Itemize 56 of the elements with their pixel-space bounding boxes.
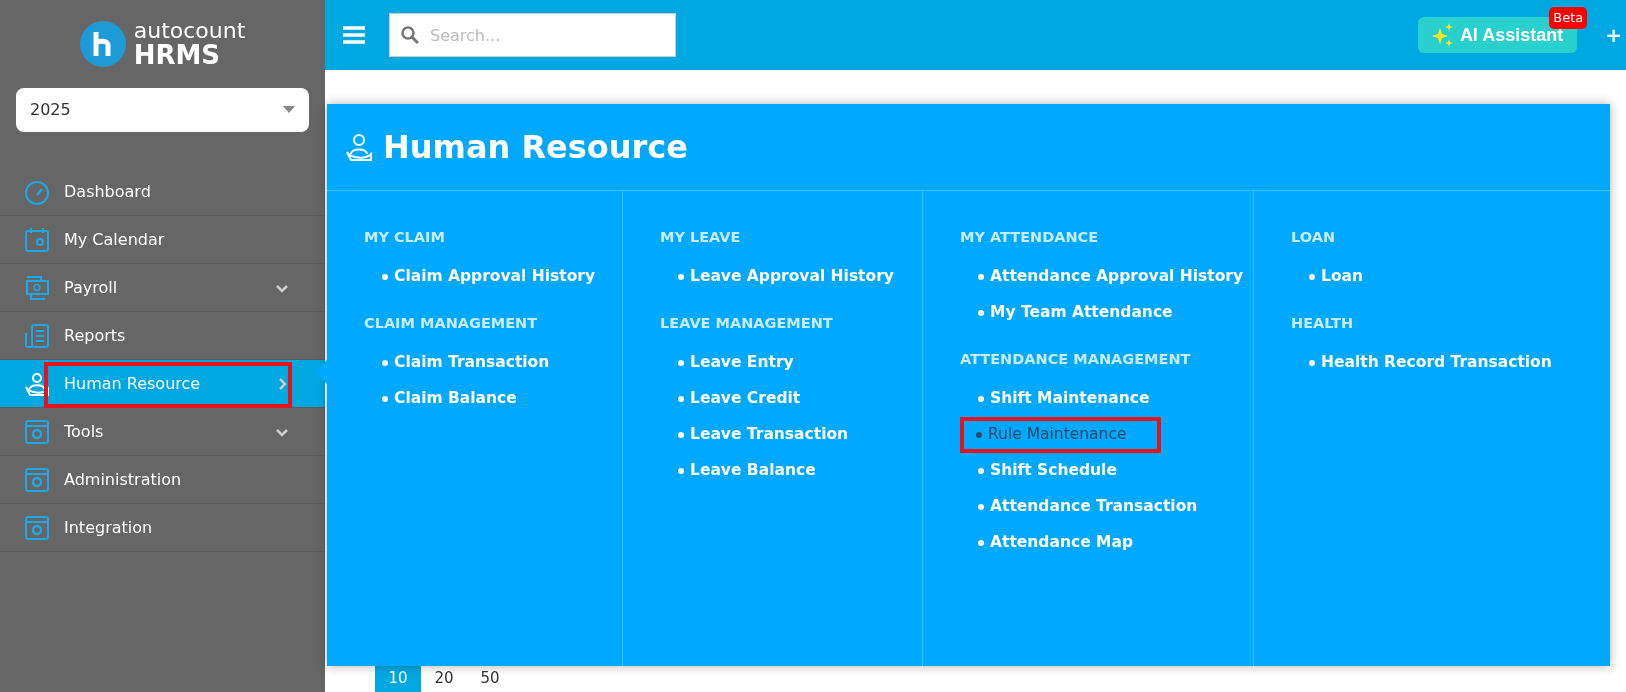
search-field[interactable]: Search... — [389, 13, 676, 57]
menu-link[interactable]: Attendance Approval History — [978, 258, 1244, 295]
menu-link[interactable]: Leave Balance — [678, 452, 816, 489]
sidebar-item[interactable]: Human Resource — [0, 360, 325, 408]
dropdown-icon — [283, 106, 295, 114]
sidebar-item[interactable]: Dashboard — [0, 168, 325, 216]
year-select[interactable]: 2025 — [16, 88, 309, 132]
page-size-button[interactable]: 20 — [421, 664, 467, 692]
sparkle-icon — [1431, 23, 1454, 47]
banknote-icon — [24, 274, 50, 301]
menu-link[interactable]: Attendance Transaction — [978, 488, 1198, 525]
section-heading: MY ATTENDANCE — [960, 228, 1100, 247]
add-button[interactable]: + — [1601, 20, 1626, 50]
menu-link[interactable]: Claim Transaction — [382, 344, 550, 381]
menu-link[interactable]: Leave Entry — [678, 344, 794, 381]
sidebar-item[interactable]: Administration — [0, 456, 325, 504]
menu-link[interactable]: Claim Balance — [382, 380, 517, 417]
page-size-button[interactable]: 50 — [467, 664, 513, 692]
search-icon — [401, 26, 419, 44]
sidebar-item[interactable]: My Calendar — [0, 216, 325, 264]
section-heading: LEAVE MANAGEMENT — [660, 313, 834, 333]
menu-link[interactable]: Leave Credit — [678, 380, 801, 417]
section-heading: MY CLAIM — [364, 228, 446, 247]
menu-link[interactable]: Loan — [1309, 258, 1364, 295]
menu-link[interactable]: Shift Schedule — [978, 452, 1117, 489]
page-size-button[interactable]: 10 — [375, 664, 421, 692]
calendar-icon — [24, 226, 50, 253]
logo-icon — [79, 21, 126, 67]
menu-link[interactable]: My Team Attendance — [978, 294, 1173, 331]
menu-link[interactable]: Rule Maintenance — [960, 416, 1161, 453]
gear-icon — [24, 466, 50, 493]
menu-link[interactable]: Leave Approval History — [678, 258, 894, 295]
gauge-icon — [24, 178, 50, 205]
gear-icon — [24, 514, 50, 541]
sidebar-item[interactable]: Tools — [0, 408, 325, 456]
brand-name: HRMS — [133, 42, 222, 68]
section-heading: HEALTH — [1291, 313, 1355, 333]
section-heading: MY LEAVE — [660, 228, 742, 247]
section-heading: ATTENDANCE MANAGEMENT — [960, 349, 1192, 369]
menu-icon[interactable] — [343, 25, 365, 45]
menu-link[interactable]: Attendance Map — [978, 524, 1134, 561]
beta-badge: Beta — [1549, 7, 1588, 29]
gear-icon — [24, 418, 50, 445]
person-icon — [24, 370, 50, 397]
menu-link[interactable]: Claim Approval History — [382, 258, 596, 295]
menu-link[interactable]: Leave Transaction — [678, 416, 849, 453]
document-icon — [24, 322, 50, 349]
section-heading: CLAIM MANAGEMENT — [364, 313, 539, 333]
sidebar-item[interactable]: Payroll — [0, 264, 325, 312]
brand-name: autocount — [133, 20, 246, 42]
section-heading: LOAN — [1291, 228, 1337, 247]
menu-link[interactable]: Shift Maintenance — [978, 380, 1150, 417]
person-icon — [345, 132, 373, 162]
menu-title: Human Resource — [383, 127, 689, 167]
sidebar-item[interactable]: Integration — [0, 504, 325, 552]
menu-link[interactable]: Health Record Transaction — [1309, 344, 1552, 381]
